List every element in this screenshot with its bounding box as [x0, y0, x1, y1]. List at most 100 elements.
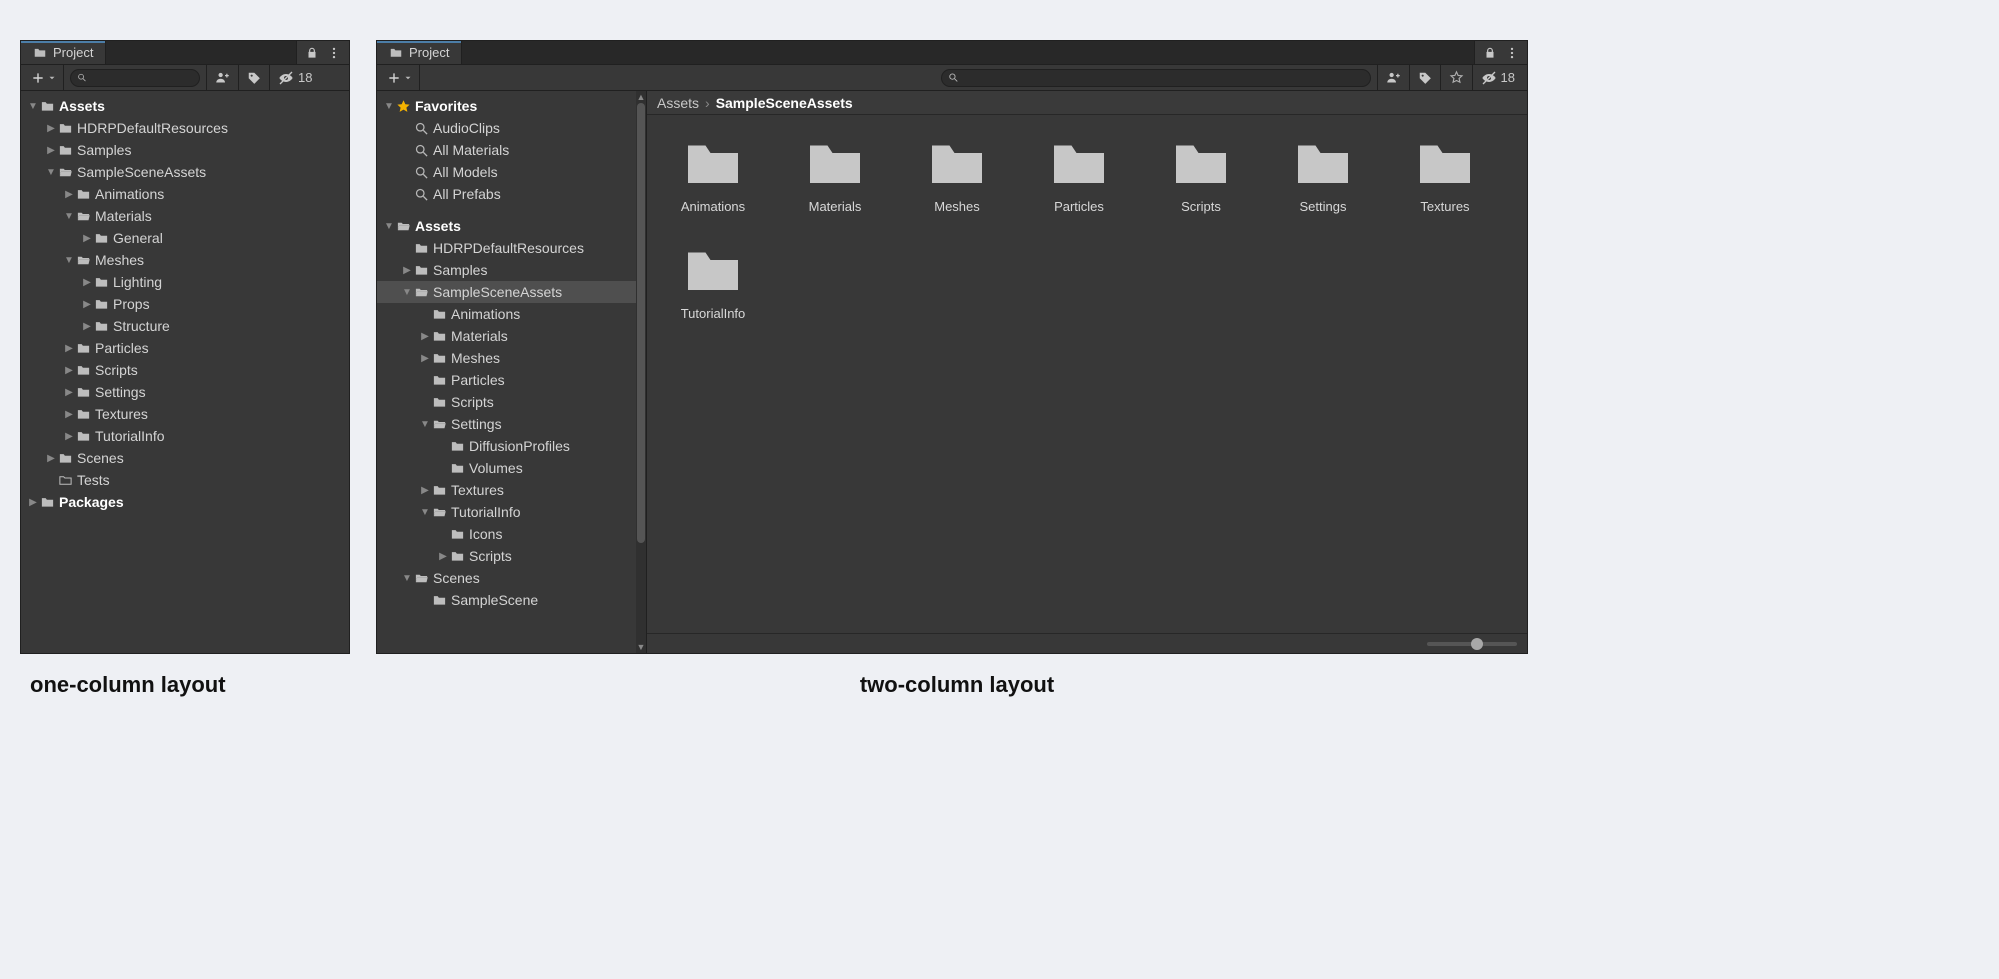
- expand-arrow-icon[interactable]: ▶: [63, 409, 75, 420]
- expand-arrow-icon[interactable]: ▼: [383, 221, 395, 232]
- filter-bylabel-button[interactable]: [238, 65, 269, 90]
- add-button[interactable]: [25, 65, 64, 90]
- grid-item[interactable]: Settings: [1275, 133, 1371, 214]
- search-input[interactable]: [91, 72, 193, 84]
- tree-row[interactable]: ▶Props: [21, 293, 349, 315]
- expand-arrow-icon[interactable]: ▶: [437, 551, 449, 562]
- tree-row[interactable]: ▶Meshes: [377, 347, 636, 369]
- expand-arrow-icon[interactable]: ▶: [45, 453, 57, 464]
- expand-arrow-icon[interactable]: ▶: [63, 189, 75, 200]
- add-button[interactable]: [381, 65, 420, 90]
- tree-row[interactable]: All Materials: [377, 139, 636, 161]
- tree-row[interactable]: ▼SampleSceneAssets: [377, 281, 636, 303]
- scroll-down-icon[interactable]: ▼: [636, 641, 646, 653]
- expand-arrow-icon[interactable]: ▶: [419, 485, 431, 496]
- tree-row[interactable]: Particles: [377, 369, 636, 391]
- breadcrumb-item[interactable]: Assets: [657, 95, 699, 111]
- tree-row[interactable]: SampleScene: [377, 589, 636, 611]
- expand-arrow-icon[interactable]: ▶: [81, 233, 93, 244]
- tree-row[interactable]: ▶Samples: [377, 259, 636, 281]
- lock-icon[interactable]: [1483, 46, 1497, 60]
- tab-project[interactable]: Project: [377, 41, 462, 64]
- hidden-count[interactable]: 18: [1472, 65, 1523, 90]
- scrollbar-thumb[interactable]: [637, 103, 645, 543]
- grid-item[interactable]: TutorialInfo: [665, 240, 761, 321]
- tree-row[interactable]: Scripts: [377, 391, 636, 413]
- expand-arrow-icon[interactable]: ▼: [401, 287, 413, 298]
- grid-item[interactable]: Materials: [787, 133, 883, 214]
- expand-arrow-icon[interactable]: ▶: [63, 387, 75, 398]
- expand-arrow-icon[interactable]: ▶: [27, 497, 39, 508]
- tree-row[interactable]: Volumes: [377, 457, 636, 479]
- expand-arrow-icon[interactable]: ▶: [419, 353, 431, 364]
- filter-bytype-button[interactable]: [206, 65, 238, 90]
- tree-row[interactable]: ▶Scripts: [21, 359, 349, 381]
- expand-arrow-icon[interactable]: ▶: [45, 145, 57, 156]
- search-input[interactable]: [962, 72, 1363, 84]
- expand-arrow-icon[interactable]: ▶: [81, 277, 93, 288]
- tree-row[interactable]: ▼Assets: [377, 215, 636, 237]
- grid-item[interactable]: Scripts: [1153, 133, 1249, 214]
- hidden-count[interactable]: 18: [269, 65, 320, 90]
- grid-item[interactable]: Animations: [665, 133, 761, 214]
- expand-arrow-icon[interactable]: ▼: [45, 167, 57, 178]
- tree-row[interactable]: ▶Textures: [21, 403, 349, 425]
- tree-row[interactable]: All Prefabs: [377, 183, 636, 205]
- tree-row[interactable]: ▶Scenes: [21, 447, 349, 469]
- tree-row[interactable]: AudioClips: [377, 117, 636, 139]
- expand-arrow-icon[interactable]: ▼: [63, 255, 75, 266]
- expand-arrow-icon[interactable]: ▶: [63, 365, 75, 376]
- tree-row[interactable]: Tests: [21, 469, 349, 491]
- tree-row[interactable]: Icons: [377, 523, 636, 545]
- tree-row[interactable]: ▶TutorialInfo: [21, 425, 349, 447]
- tree-row[interactable]: ▶General: [21, 227, 349, 249]
- expand-arrow-icon[interactable]: ▶: [81, 321, 93, 332]
- expand-arrow-icon[interactable]: ▶: [63, 431, 75, 442]
- search-field[interactable]: [941, 69, 1371, 87]
- expand-arrow-icon[interactable]: ▶: [81, 299, 93, 310]
- grid-item[interactable]: Particles: [1031, 133, 1127, 214]
- tree-row[interactable]: ▶Lighting: [21, 271, 349, 293]
- tree-row[interactable]: HDRPDefaultResources: [377, 237, 636, 259]
- tree-row[interactable]: ▼SampleSceneAssets: [21, 161, 349, 183]
- filter-bytype-button[interactable]: [1377, 65, 1409, 90]
- tree-row[interactable]: ▶Samples: [21, 139, 349, 161]
- filter-bylabel-button[interactable]: [1409, 65, 1440, 90]
- tree-row[interactable]: All Models: [377, 161, 636, 183]
- tree-row[interactable]: ▼Materials: [21, 205, 349, 227]
- expand-arrow-icon[interactable]: ▶: [63, 343, 75, 354]
- menu-dots-icon[interactable]: [327, 46, 341, 60]
- tree-row[interactable]: ▼Assets: [21, 95, 349, 117]
- grid-item[interactable]: Textures: [1397, 133, 1493, 214]
- lock-icon[interactable]: [305, 46, 319, 60]
- tree-row[interactable]: ▼Meshes: [21, 249, 349, 271]
- tree-row[interactable]: ▼Settings: [377, 413, 636, 435]
- tree-row[interactable]: ▶Particles: [21, 337, 349, 359]
- expand-arrow-icon[interactable]: ▼: [383, 101, 395, 112]
- favorite-button[interactable]: [1440, 65, 1472, 90]
- tab-project[interactable]: Project: [21, 41, 106, 64]
- asset-tree[interactable]: ▼Assets▶HDRPDefaultResources▶Samples▼Sam…: [21, 91, 349, 653]
- tree-row[interactable]: ▶Settings: [21, 381, 349, 403]
- expand-arrow-icon[interactable]: ▶: [45, 123, 57, 134]
- scrollbar[interactable]: ▲ ▼: [636, 91, 646, 653]
- tree-row[interactable]: ▼TutorialInfo: [377, 501, 636, 523]
- expand-arrow-icon[interactable]: ▶: [401, 265, 413, 276]
- expand-arrow-icon[interactable]: ▼: [401, 573, 413, 584]
- expand-arrow-icon[interactable]: ▼: [419, 507, 431, 518]
- expand-arrow-icon[interactable]: ▼: [27, 101, 39, 112]
- expand-arrow-icon[interactable]: ▼: [419, 419, 431, 430]
- tree-row[interactable]: ▶Animations: [21, 183, 349, 205]
- tree-row[interactable]: ▼Favorites: [377, 95, 636, 117]
- search-field[interactable]: [70, 69, 200, 87]
- tree-row[interactable]: ▼Scenes: [377, 567, 636, 589]
- tree-row[interactable]: ▶HDRPDefaultResources: [21, 117, 349, 139]
- expand-arrow-icon[interactable]: ▶: [419, 331, 431, 342]
- tree-row[interactable]: ▶Packages: [21, 491, 349, 513]
- folder-tree[interactable]: ▼FavoritesAudioClipsAll MaterialsAll Mod…: [377, 91, 636, 653]
- scroll-up-icon[interactable]: ▲: [636, 91, 646, 103]
- expand-arrow-icon[interactable]: ▼: [63, 211, 75, 222]
- thumbnail-size-slider[interactable]: [1427, 642, 1517, 646]
- tree-row[interactable]: ▶Textures: [377, 479, 636, 501]
- tree-row[interactable]: ▶Structure: [21, 315, 349, 337]
